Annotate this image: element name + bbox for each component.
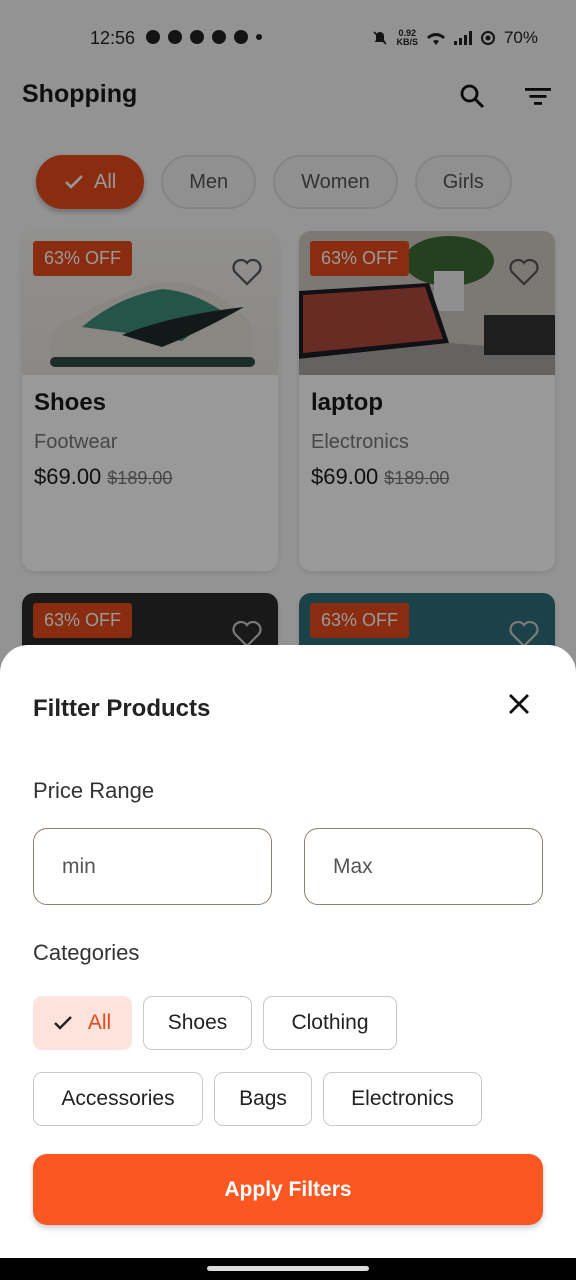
apply-filters-button[interactable]: Apply Filters xyxy=(33,1154,543,1225)
chip-label: Electronics xyxy=(351,1087,454,1110)
category-chip-all[interactable]: All xyxy=(33,996,132,1050)
chip-label: All xyxy=(87,1011,112,1034)
chip-label: Bags xyxy=(239,1087,287,1110)
close-button[interactable] xyxy=(508,693,530,720)
filter-bottom-sheet: Filtter Products Price Range Categories … xyxy=(0,645,576,1258)
category-chip-accessories[interactable]: Accessories xyxy=(33,1072,203,1126)
chip-label: Shoes xyxy=(167,1011,228,1034)
price-range-label: Price Range xyxy=(33,778,155,803)
sheet-title: Filtter Products xyxy=(33,695,211,722)
min-price-input[interactable] xyxy=(33,828,272,905)
max-price-input[interactable] xyxy=(304,828,543,905)
chip-label: Clothing xyxy=(291,1011,369,1034)
check-icon xyxy=(53,1016,72,1030)
chip-label: Accessories xyxy=(61,1087,175,1110)
category-chip-electronics[interactable]: Electronics xyxy=(323,1072,482,1126)
category-chip-clothing[interactable]: Clothing xyxy=(263,996,397,1050)
close-icon xyxy=(509,694,529,714)
category-chip-bags[interactable]: Bags xyxy=(214,1072,312,1126)
home-gesture-handle[interactable] xyxy=(207,1266,369,1271)
categories-label: Categories xyxy=(33,940,140,965)
category-chip-shoes[interactable]: Shoes xyxy=(143,996,252,1050)
